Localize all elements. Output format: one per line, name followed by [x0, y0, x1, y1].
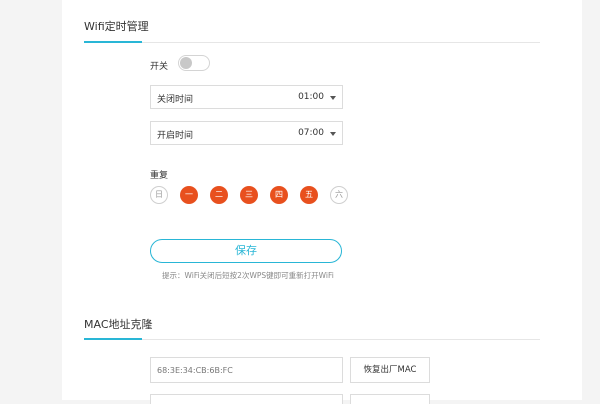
wifi-timer-title: Wifi定时管理 — [84, 20, 149, 33]
toggle-knob — [180, 57, 192, 69]
open-time-select[interactable]: 开启时间 07:00 — [150, 121, 343, 145]
close-time-value: 01:00 — [298, 92, 324, 102]
day-tuesday[interactable]: 二 — [210, 186, 228, 204]
restore-factory-mac-button[interactable]: 恢复出厂MAC — [350, 357, 430, 383]
mac-address-field[interactable]: 68:3E:34:CB:6B:FC — [150, 357, 343, 383]
chevron-down-icon — [330, 132, 336, 136]
mac-second-button[interactable] — [350, 394, 430, 404]
mac-clone-title: MAC地址克隆 — [84, 318, 153, 331]
open-time-label: 开启时间 — [157, 131, 194, 141]
close-time-label: 关闭时间 — [157, 95, 194, 105]
wifi-timer-toggle[interactable] — [178, 55, 210, 71]
mac-second-field[interactable] — [150, 394, 343, 404]
day-thursday[interactable]: 四 — [270, 186, 288, 204]
save-button[interactable]: 保存 — [150, 239, 342, 263]
wifi-timer-divider — [84, 41, 540, 43]
settings-panel: Wifi定时管理 开关 关闭时间 01:00 开启时间 07:00 重复 日 一… — [62, 0, 582, 404]
day-friday[interactable]: 五 — [300, 186, 318, 204]
mac-clone-divider — [84, 338, 540, 340]
day-sunday[interactable]: 日 — [150, 186, 168, 204]
day-wednesday[interactable]: 三 — [240, 186, 258, 204]
wps-hint-text: 提示：WiFi关闭后短按2次WPS键即可重新打开WiFi — [162, 271, 334, 280]
wifi-timer-divider-accent — [84, 41, 142, 43]
chevron-down-icon — [330, 96, 336, 100]
day-saturday[interactable]: 六 — [330, 186, 348, 204]
day-monday[interactable]: 一 — [180, 186, 198, 204]
mac-clone-divider-accent — [84, 338, 142, 340]
close-time-select[interactable]: 关闭时间 01:00 — [150, 85, 343, 109]
switch-label: 开关 — [150, 62, 169, 72]
repeat-label: 重复 — [150, 171, 169, 181]
open-time-value: 07:00 — [298, 128, 324, 138]
